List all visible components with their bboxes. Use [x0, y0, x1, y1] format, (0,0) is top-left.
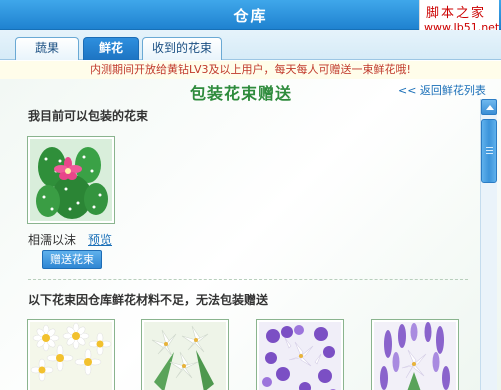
bouquet-thumbnail[interactable] [27, 136, 115, 224]
bouquet-name: 相濡以沫 [28, 233, 77, 247]
cactus-flower-image [30, 139, 112, 221]
tab-bar: 蔬果 鲜花 收到的花束 [0, 30, 501, 60]
bouquet-thumbnail[interactable] [27, 319, 115, 390]
bouquet-thumbnail[interactable] [371, 319, 459, 390]
daisy-bouquet-image [30, 322, 112, 390]
vertical-scrollbar[interactable] [480, 99, 497, 390]
lavender-lily-bouquet-image [374, 322, 456, 390]
scroll-up-arrow-icon[interactable] [481, 99, 497, 115]
unavailable-bouquets-heading: 以下花束因仓库鲜花材料不足，无法包装赠送 [28, 293, 269, 307]
purple-white-bouquet-image [259, 322, 341, 390]
tab-flowers[interactable]: 鲜花 [83, 37, 139, 60]
scroll-thumb[interactable] [481, 119, 497, 183]
bouquet-thumbnail[interactable] [141, 319, 229, 390]
page-title: 包装花束赠送 [190, 84, 293, 103]
gift-bouquet-button[interactable]: 赠送花束 [42, 250, 102, 269]
preview-link[interactable]: 预览 [88, 231, 112, 248]
back-to-flower-list-link[interactable]: << 返回鲜花列表 [398, 82, 486, 98]
watermark-text: 脚本之家 [426, 6, 487, 21]
white-lily-bouquet-image [144, 322, 226, 390]
bouquet-thumbnail[interactable] [256, 319, 344, 390]
tab-received-bouquets[interactable]: 收到的花束 [142, 37, 222, 60]
notice-banner: 内测期间开放给黄钻LV3及以上用户，每天每人可赠送一束鲜花哦! [0, 61, 501, 79]
tab-fruits-vegetables[interactable]: 蔬果 [15, 37, 79, 60]
section-divider [28, 279, 468, 280]
available-bouquets-heading: 我目前可以包装的花束 [28, 109, 149, 123]
